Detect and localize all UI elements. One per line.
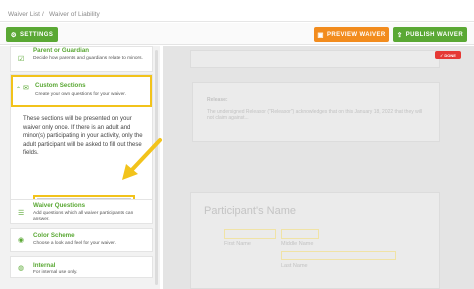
publish-icon: ⇪ xyxy=(396,31,403,39)
internal-title: Internal xyxy=(33,262,56,269)
last-name-label: Last Name xyxy=(281,263,308,269)
first-name-label: First Name xyxy=(224,241,251,247)
preview-icon: ▣ xyxy=(317,31,324,39)
settings-icon: ⚙ xyxy=(10,31,18,39)
first-name-input[interactable] xyxy=(224,229,276,239)
internal-desc: For internal use only. xyxy=(33,270,78,275)
sidebar-item-internal[interactable]: ◍ Internal For internal use only. xyxy=(10,256,153,278)
parent-guardian-title: Parent or Guardian xyxy=(33,47,90,54)
internal-icon: ◍ xyxy=(18,265,25,272)
custom-sections-desc: Create your own questions for your waive… xyxy=(35,92,126,97)
breadcrumb-bar: Waiver List / Waiver of Liability xyxy=(0,0,474,22)
preview-waiver-button[interactable]: ▣ PREVIEW WAIVER xyxy=(314,27,389,42)
waiver-questions-title: Waiver Questions xyxy=(33,202,86,209)
waiver-top-section xyxy=(190,50,440,68)
middle-name-input[interactable] xyxy=(281,229,319,239)
color-scheme-title: Color Scheme xyxy=(33,232,75,239)
done-label: DONE xyxy=(444,52,456,58)
breadcrumb-current: Waiver of Liability xyxy=(49,11,100,18)
done-button[interactable]: ✓ DONE xyxy=(435,51,461,59)
publish-waiver-button[interactable]: ⇪ PUBLISH WAIVER xyxy=(393,27,467,42)
middle-name-label: Middle Name xyxy=(281,241,314,247)
waiver-questions-desc: Add questions which all waiver participa… xyxy=(33,211,134,222)
participant-heading: Participant's Name xyxy=(204,205,296,217)
parent-guardian-desc: Decide how parents and guardians relate … xyxy=(33,56,143,61)
color-scheme-icon: ◉ xyxy=(18,237,25,244)
custom-sections-icon: ✉ xyxy=(23,85,29,92)
waiver-canvas: ✓ DONE Release: The undersigned Releasor … xyxy=(163,46,474,289)
custom-sections-title: Custom Sections xyxy=(35,82,86,89)
sidebar-item-color-scheme[interactable]: ◉ Color Scheme Choose a look and feel fo… xyxy=(10,228,153,252)
waiver-questions-icon: ☰ xyxy=(18,210,25,217)
settings-button[interactable]: ⚙ SETTINGS xyxy=(6,27,58,42)
breadcrumb-separator: / xyxy=(42,11,44,18)
color-scheme-desc: Choose a look and feel for your waiver. xyxy=(33,241,116,246)
participant-section: Participant's Name First Name Middle Nam… xyxy=(190,192,440,289)
parent-guardian-icon: ☑ xyxy=(18,56,25,63)
publish-waiver-label: PUBLISH WAIVER xyxy=(405,31,464,38)
toolbar: ⚙ SETTINGS ▣ PREVIEW WAIVER ⇪ PUBLISH WA… xyxy=(0,23,474,45)
breadcrumb-waiver-list[interactable]: Waiver List xyxy=(8,11,40,18)
sidebar-item-waiver-questions[interactable]: ☰ Waiver Questions Add questions which a… xyxy=(10,199,153,224)
release-label: Release: xyxy=(207,97,228,103)
last-name-input[interactable] xyxy=(281,251,396,260)
release-section: Release: The undersigned Releasor ("Rele… xyxy=(192,82,440,142)
custom-sections-header[interactable]: ⌃ ✉ Custom Sections Create your own ques… xyxy=(11,75,152,107)
arrow-annotation-icon xyxy=(122,138,162,180)
release-text: The undersigned Releasor ("Releasor") ac… xyxy=(207,109,423,121)
preview-waiver-label: PREVIEW WAIVER xyxy=(326,31,386,38)
sidebar-item-parent-guardian[interactable]: Parent or Guardian ☑ Decide how parents … xyxy=(10,46,153,72)
chevron-up-icon: ⌃ xyxy=(16,87,22,93)
settings-button-label: SETTINGS xyxy=(20,31,54,38)
